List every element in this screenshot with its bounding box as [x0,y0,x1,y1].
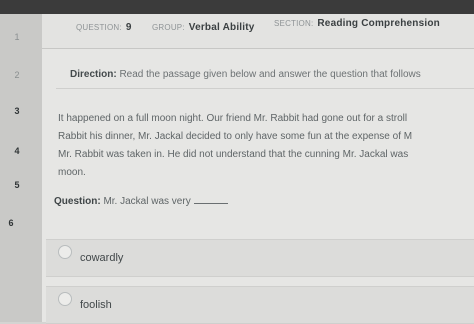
group-value: Verbal Ability [188,22,255,33]
passage-line: It happened on a full moon night. Our fr… [58,113,408,124]
question-header: QUESTION: 9 GROUP: Verbal Ability SECTION:… [42,14,474,49]
passage-line: moon. [58,167,86,178]
radio-button[interactable] [58,245,72,259]
question-number-4[interactable]: 4 [2,142,32,160]
passage: It happened on a full moon night. Our fr… [58,110,474,182]
top-bar [0,0,474,14]
option-cowardly[interactable]: cowardly [46,239,474,277]
direction-label: Direction: [70,69,117,80]
question-body: Mr. Jackal was very [103,196,191,207]
option-label: cowardly [80,252,124,264]
passage-line: Mr. Rabbit was taken in. He did not unde… [58,149,409,160]
section-meta: SECTION: Reading Comprehension [274,18,440,29]
question-label: Question: [54,196,101,207]
question-text: Question: Mr. Jackal was very [54,194,228,207]
question-number-2[interactable]: 2 [2,66,32,84]
group-meta: GROUP: Verbal Ability [152,22,255,33]
radio-button[interactable] [58,292,72,306]
section-value: Reading Comprehension [317,18,440,29]
option-label: foolish [80,299,112,311]
answer-blank [193,194,228,204]
question-sidebar: 1 2 3 4 5 6 [0,14,42,322]
question-meta: QUESTION: 9 [76,22,132,33]
question-number-1[interactable]: 1 [2,28,32,46]
question-number-5[interactable]: 5 [2,176,32,194]
question-number-3[interactable]: 3 [2,102,32,120]
question-panel: QUESTION: 9 GROUP: Verbal Ability SECTION:… [42,14,474,324]
passage-line: Rabbit his dinner, Mr. Jackal decided to… [58,131,413,142]
direction-body: Read the passage given below and answer … [119,69,421,80]
direction-text: Direction: Read the passage given below … [70,69,421,80]
question-number-6[interactable]: 6 [0,214,26,232]
question-number: 9 [125,22,132,33]
option-foolish[interactable]: foolish [46,286,474,324]
